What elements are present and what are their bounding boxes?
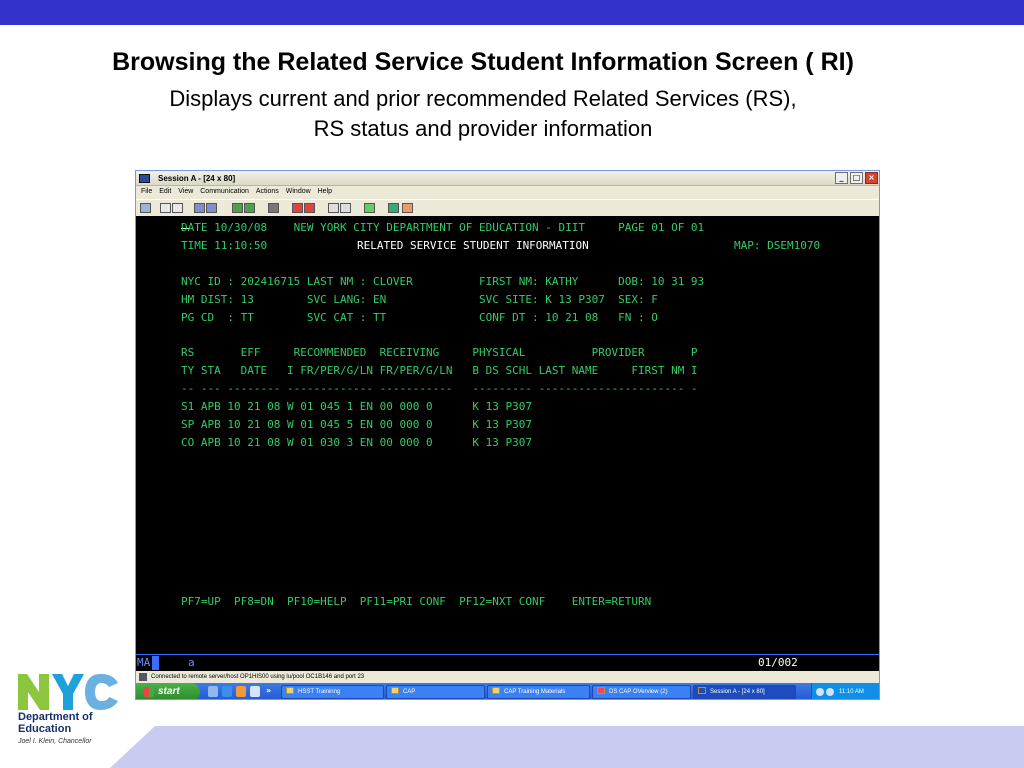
menu-edit[interactable]: Edit: [159, 186, 171, 198]
stop-macro-icon[interactable]: [304, 203, 315, 213]
display-setup-icon[interactable]: [244, 203, 255, 213]
column-header-2: TY STA DATE I FR/PER/G/LN FR/PER/G/LN B …: [181, 364, 698, 377]
operator-info-area: MA a 01/002: [136, 654, 879, 671]
terminal-line-1: DATE 10/30/08 NEW YORK CITY DEPARTMENT O…: [181, 221, 705, 234]
oia-indicator: a: [188, 656, 195, 669]
toolbar: [136, 199, 879, 215]
column-underline: -- --- -------- ------------- ----------…: [181, 382, 698, 395]
session-app-icon: [139, 174, 150, 183]
display-icon[interactable]: [232, 203, 243, 213]
task-cap[interactable]: CAP: [386, 685, 485, 699]
task-ds-cap-overview[interactable]: DS CAP OVerview (2): [592, 685, 691, 699]
outlook-icon[interactable]: [236, 686, 246, 697]
menu-help[interactable]: Help: [318, 186, 332, 198]
send-file-icon[interactable]: [194, 203, 205, 213]
desktop-icon[interactable]: [250, 686, 260, 697]
system-tray: 11:10 AM: [811, 683, 879, 699]
menu-view[interactable]: View: [178, 186, 193, 198]
browser-icon[interactable]: [222, 686, 232, 697]
menu-window[interactable]: Window: [286, 186, 311, 198]
slide-subtitle-1: Displays current and prior recommended R…: [169, 86, 797, 111]
terminal-line-2: TIME 11:10:50: [181, 239, 268, 252]
connect-icon[interactable]: [388, 203, 399, 213]
top-accent-band: [0, 0, 1024, 25]
service-row: S1 APB 10 21 08 W 01 045 1 EN 00 000 0 K…: [181, 400, 532, 413]
preferences-icon[interactable]: [364, 203, 375, 213]
clock: 11:10 AM: [839, 689, 864, 695]
disconnect-icon[interactable]: [402, 203, 413, 213]
terminal-line-5: HM DIST: 13 SVC LANG: EN SVC SITE: K 13 …: [181, 293, 658, 306]
menu-bar: File Edit View Communication Actions Win…: [136, 186, 879, 198]
menu-actions[interactable]: Actions: [256, 186, 279, 198]
org-name-line-1: Department of: [18, 711, 93, 723]
screen-title: RELATED SERVICE STUDENT INFORMATION: [357, 239, 589, 252]
task-cap-training-materials[interactable]: CAP Training Materials: [487, 685, 590, 699]
bottom-decorative-band: [0, 726, 1024, 768]
record-macro-icon[interactable]: [292, 203, 303, 213]
cursor-position: 01/002: [758, 656, 798, 669]
window-title: Session A - [24 x 80]: [158, 174, 236, 183]
receive-file-icon[interactable]: [206, 203, 217, 213]
function-key-legend: PF7=UP PF8=DN PF10=HELP PF11=PRI CONF PF…: [181, 595, 652, 608]
keyboard-icon[interactable]: [268, 203, 279, 213]
session-app-icon: [698, 687, 706, 694]
menu-communication[interactable]: Communication: [200, 186, 249, 198]
status-text: Connected to remote server/host OP1HIS00…: [151, 674, 365, 680]
column-header-1: RS EFF RECOMMENDED RECEIVING PHYSICAL PR…: [181, 346, 698, 359]
windows-flag-icon: [144, 687, 154, 697]
print-screen-icon[interactable]: [140, 203, 151, 213]
customize-icon[interactable]: [340, 203, 351, 213]
menu-file[interactable]: File: [141, 186, 152, 198]
service-row: SP APB 10 21 08 W 01 045 5 EN 00 000 0 K…: [181, 418, 532, 431]
oia-mode: MA: [137, 656, 151, 669]
oia-mode-bar: [152, 656, 159, 670]
taskbar: start » HSST Traininng CAP CAP Training …: [136, 683, 879, 699]
bottom-band-shape: [110, 726, 1024, 768]
network-icon[interactable]: [826, 688, 834, 696]
powerpoint-icon: [597, 687, 605, 694]
folder-icon: [391, 687, 399, 694]
terminal-line-4: NYC ID : 202416715 LAST NM : CLOVER FIRS…: [181, 275, 705, 288]
close-button[interactable]: ×: [865, 172, 878, 184]
more-chevron-icon[interactable]: »: [266, 686, 272, 697]
minimize-button[interactable]: _: [835, 172, 848, 184]
folder-icon: [492, 687, 500, 694]
nyc-wordmark-icon: [18, 674, 118, 710]
tray-icon[interactable]: [816, 688, 824, 696]
terminal-emulator-window: Session A - [24 x 80] _ □ × File Edit Vi…: [135, 170, 880, 700]
terminal-line-6: PG CD : TT SVC CAT : TT CONF DT : 10 21 …: [181, 311, 658, 324]
folder-icon: [286, 687, 294, 694]
task-session-a[interactable]: Session A - [24 x 80]: [693, 685, 796, 699]
terminal-screen[interactable]: DATE 10/30/08 NEW YORK CITY DEPARTMENT O…: [136, 216, 879, 654]
task-hsst-training[interactable]: HSST Traininng: [281, 685, 384, 699]
slide-title: Browsing the Related Service Student Inf…: [112, 48, 854, 76]
service-row: CO APB 10 21 08 W 01 030 3 EN 00 000 0 K…: [181, 436, 532, 449]
nyc-logo: [18, 674, 120, 710]
paste-icon[interactable]: [172, 203, 183, 213]
maximize-button[interactable]: □: [850, 172, 863, 184]
status-bar: Connected to remote server/host OP1HIS00…: [136, 671, 879, 683]
map-label: MAP: DSEM1070: [734, 239, 821, 252]
copy-icon[interactable]: [160, 203, 171, 213]
quicklaunch-1-icon[interactable]: [208, 686, 218, 697]
play-macro-icon[interactable]: [328, 203, 339, 213]
start-button[interactable]: start: [136, 683, 200, 699]
window-titlebar[interactable]: Session A - [24 x 80] _ □ ×: [136, 171, 879, 186]
slide-subtitle-2: RS status and provider information: [313, 116, 653, 141]
connection-icon: [139, 673, 147, 681]
